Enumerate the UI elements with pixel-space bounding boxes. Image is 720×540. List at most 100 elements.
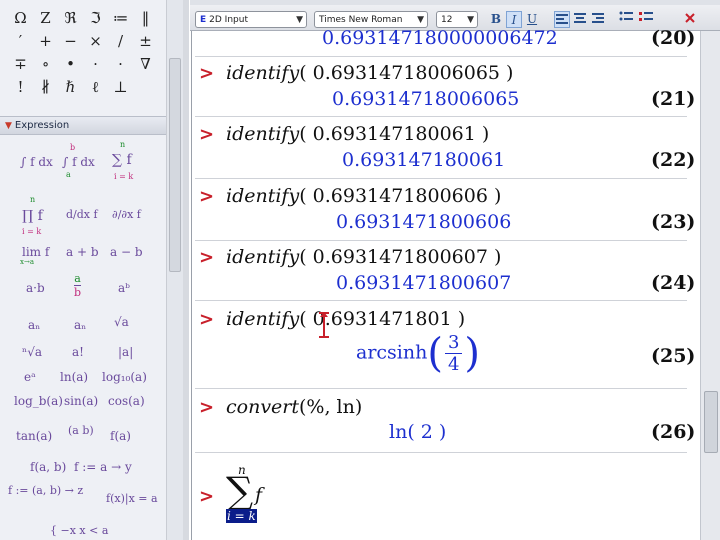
input-line-21[interactable]: identify( 0.69314718006065 ) xyxy=(226,62,513,84)
derivative-template[interactable]: d/dx f xyxy=(66,208,98,221)
palette-scrollbar[interactable] xyxy=(166,0,183,540)
align-left-button[interactable] xyxy=(554,11,570,28)
palette-symbol[interactable]: · xyxy=(83,54,108,75)
font-size-select[interactable]: 12 ▼ xyxy=(436,11,478,28)
nth-root-template[interactable]: ⁿ√a xyxy=(22,345,42,359)
palette-symbol[interactable]: ! xyxy=(8,77,33,98)
group-divider xyxy=(195,300,687,301)
input-line-25[interactable]: identify( 0.6931471801 ) xyxy=(226,308,465,330)
input-line-26[interactable]: convert(%, ln) xyxy=(226,396,362,418)
group-divider xyxy=(195,388,687,389)
close-format-bar-button[interactable] xyxy=(682,11,698,28)
a-subscript-n-template[interactable]: aₙ xyxy=(28,318,40,332)
palette-symbol[interactable]: ≔ xyxy=(108,8,133,29)
a-power-b-template[interactable]: aᵇ xyxy=(118,281,130,295)
palette-symbol[interactable]: ⊥ xyxy=(108,77,133,98)
input-line-22[interactable]: identify( 0.693147180061 ) xyxy=(226,123,489,145)
log-base-b-template[interactable]: log_b(a) xyxy=(14,394,63,408)
binomial-template[interactable]: (a b) xyxy=(68,424,94,437)
exponential-template[interactable]: eᵃ xyxy=(24,370,36,384)
product-lower: i = k xyxy=(22,227,42,236)
a-plus-b-template[interactable]: a + b xyxy=(66,245,99,259)
log10-template[interactable]: log₁₀(a) xyxy=(102,370,147,384)
palette-symbol[interactable]: ′ xyxy=(8,31,33,52)
input-mode-select[interactable]: E 2D Input ▼ xyxy=(195,11,307,28)
bold-button[interactable]: B xyxy=(488,11,504,28)
sum-lower-limit[interactable]: i = k xyxy=(226,509,257,523)
palette-symbol[interactable]: ℜ xyxy=(58,8,83,29)
factorial-template[interactable]: a! xyxy=(72,345,84,359)
underline-button[interactable]: U xyxy=(524,11,540,28)
group-divider xyxy=(195,116,687,117)
input-prompt-icon: > xyxy=(199,124,215,145)
sine-template[interactable]: sin(a) xyxy=(64,394,98,408)
palette-symbol[interactable]: ∘ xyxy=(33,54,58,75)
piecewise-template[interactable]: { −x x < a xyxy=(50,524,108,537)
function-two-args-template[interactable]: f(a, b) xyxy=(30,460,66,474)
a-over-b-template[interactable]: a b xyxy=(74,272,82,299)
equation-label-25: (25) xyxy=(651,345,696,367)
palette-symbol[interactable]: Ω xyxy=(8,8,33,29)
palette-symbol[interactable]: / xyxy=(108,31,133,52)
absolute-value-template[interactable]: |a| xyxy=(118,345,133,359)
eval-at-point-template[interactable]: f(x)|x = a xyxy=(106,492,158,505)
palette-symbol[interactable]: ℏ xyxy=(58,77,83,98)
symbol-palette: Ω Ζ ℜ ℑ ≔ ‖ ′ + − × / ± ∓ ∘ • · · ∇ ! ∦ … xyxy=(8,8,158,98)
numbered-list-button[interactable] xyxy=(638,11,654,28)
expression-palette-header[interactable]: ▼ Expression xyxy=(0,116,166,135)
cosine-template[interactable]: cos(a) xyxy=(108,394,145,408)
palette-symbol[interactable]: · xyxy=(108,54,133,75)
a-minus-b-template[interactable]: a − b xyxy=(110,245,143,259)
numbered-list-icon xyxy=(639,12,653,21)
palette-symbol[interactable]: ℓ xyxy=(83,77,108,98)
sum-body[interactable]: f xyxy=(255,484,262,506)
function-map-template[interactable]: f := (a, b) → z xyxy=(8,484,83,497)
palette-symbol[interactable] xyxy=(133,77,158,98)
palette-symbol[interactable]: ‖ xyxy=(133,8,158,29)
limit-template[interactable]: lim f xyxy=(22,245,49,259)
integral-upper-bound: b xyxy=(70,143,76,152)
palette-symbol[interactable]: ∦ xyxy=(33,77,58,98)
palette-symbol[interactable]: × xyxy=(83,31,108,52)
palette-symbol[interactable]: Ζ xyxy=(33,8,58,29)
indefinite-integral-template[interactable]: ∫ f dx xyxy=(20,155,53,169)
function-eval-template[interactable]: f(a) xyxy=(110,429,131,443)
align-center-button[interactable] xyxy=(572,11,588,28)
input-line-24[interactable]: identify( 0.6931471800607 ) xyxy=(226,246,501,268)
definite-integral-template[interactable]: ∫ f dx xyxy=(62,155,95,169)
product-template[interactable]: ∏ f xyxy=(22,208,43,224)
italic-button[interactable]: I xyxy=(506,11,522,28)
palette-symbol[interactable]: − xyxy=(58,31,83,52)
tangent-template[interactable]: tan(a) xyxy=(16,429,52,443)
worksheet-scroll-thumb[interactable] xyxy=(704,391,718,453)
summation-template[interactable]: ∑ f xyxy=(112,152,132,168)
bullet-list-button[interactable] xyxy=(618,11,634,28)
palette-symbol[interactable]: ∓ xyxy=(8,54,33,75)
sum-lower: i = k xyxy=(114,172,134,181)
square-root-template[interactable]: √a xyxy=(114,315,129,329)
palette-scroll-thumb[interactable] xyxy=(169,58,181,272)
align-left-icon xyxy=(556,14,568,24)
palette-panel: Ω Ζ ℜ ℑ ≔ ‖ ′ + − × / ± ∓ ∘ • · · ∇ ! ∦ … xyxy=(0,0,166,540)
palette-symbol[interactable]: • xyxy=(58,54,83,75)
function-arrow-template[interactable]: f := a → y xyxy=(74,460,132,474)
worksheet-scrollbar[interactable] xyxy=(700,31,720,540)
partial-derivative-template[interactable]: ∂/∂x f xyxy=(112,208,141,221)
equation-label-26: (26) xyxy=(651,421,696,443)
group-divider xyxy=(195,56,687,57)
palette-symbol[interactable]: + xyxy=(33,31,58,52)
output-20: 0.693147180000006472 xyxy=(322,27,558,49)
input-line-23[interactable]: identify( 0.6931471800606 ) xyxy=(226,185,501,207)
panel-splitter[interactable] xyxy=(183,0,189,540)
a-subscript-n-template-2[interactable]: aₙ xyxy=(74,318,86,332)
palette-symbol[interactable]: ∇ xyxy=(133,54,158,75)
summation-input[interactable]: n ∑ f i = k xyxy=(226,463,286,529)
natural-log-template[interactable]: ln(a) xyxy=(60,370,88,384)
font-family-select[interactable]: Times New Roman ▼ xyxy=(314,11,428,28)
palette-symbol[interactable]: ℑ xyxy=(83,8,108,29)
output-21: 0.69314718006065 xyxy=(332,88,520,110)
execution-group-bracket xyxy=(191,31,195,540)
align-right-button[interactable] xyxy=(590,11,606,28)
palette-symbol[interactable]: ± xyxy=(133,31,158,52)
a-times-b-template[interactable]: a·b xyxy=(26,281,45,295)
